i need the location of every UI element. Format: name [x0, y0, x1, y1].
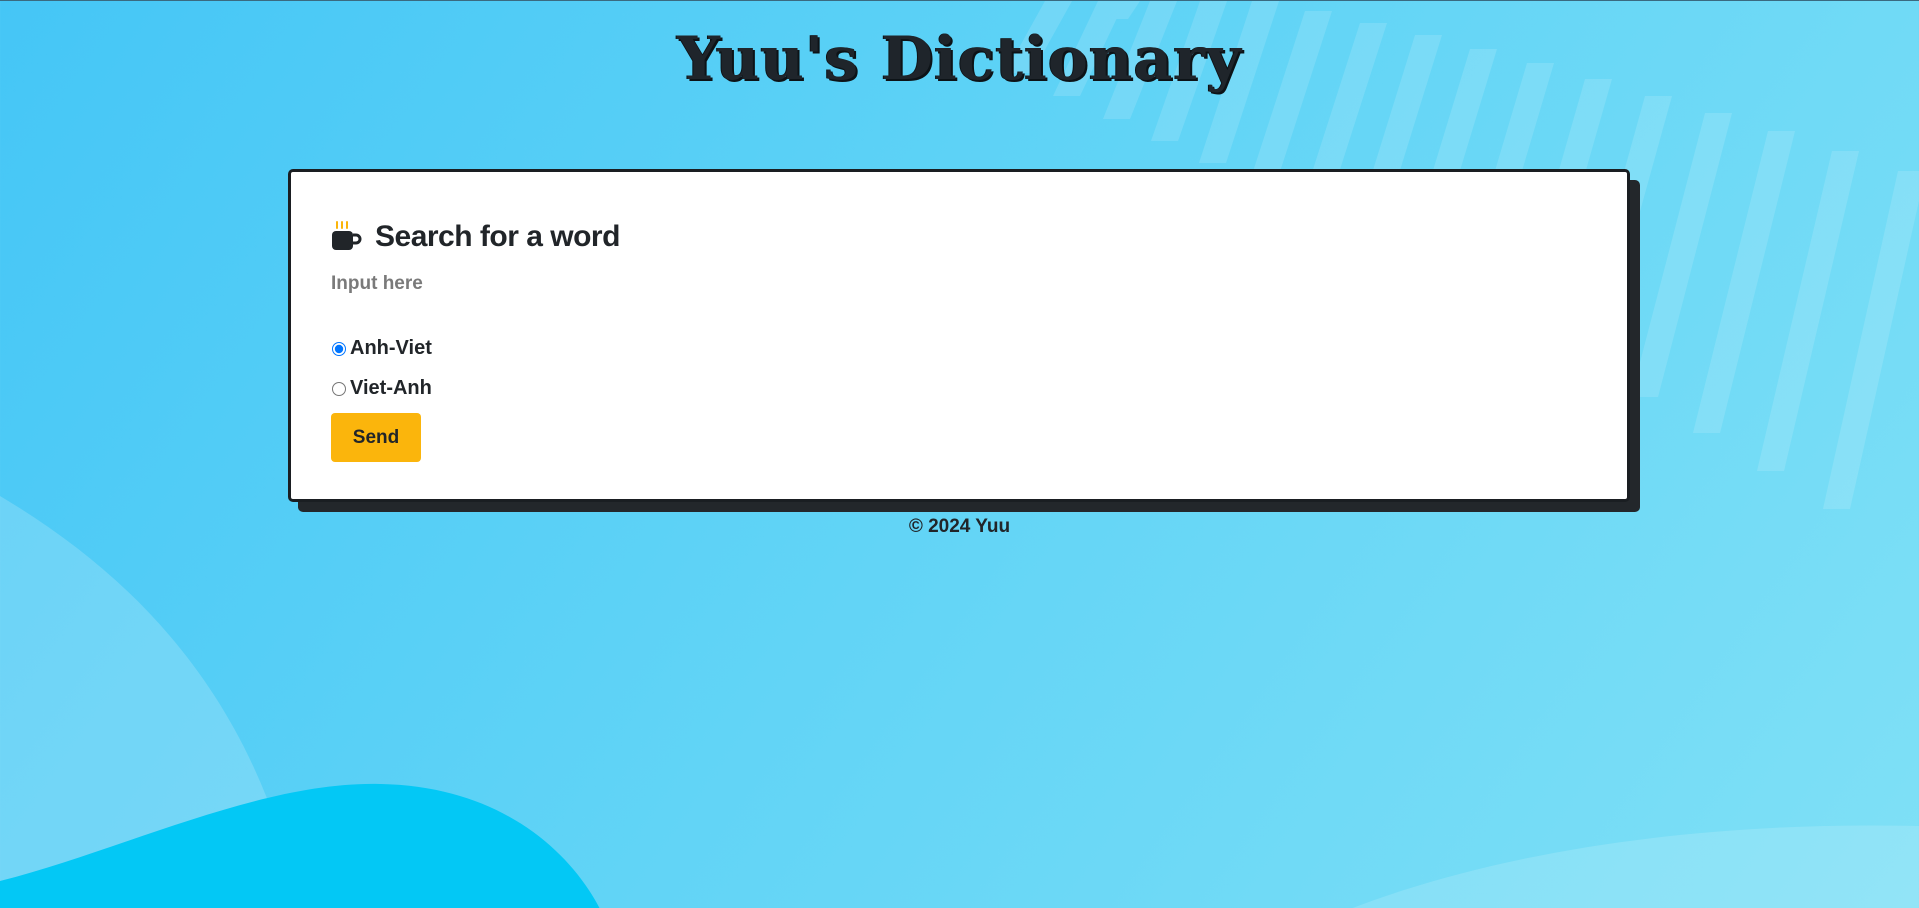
search-card: Search for a word Anh-Viet Viet-Anh Send	[288, 169, 1630, 502]
site-title: Yuu's Dictionary	[677, 24, 1242, 94]
anh-viet-radio[interactable]	[332, 341, 346, 356]
option-anh-viet[interactable]: Anh-Viet	[331, 337, 432, 360]
word-search-input[interactable]	[331, 269, 931, 299]
anh-viet-label: Anh-Viet	[350, 337, 432, 359]
footer-copyright: © 2024 Yuu	[908, 516, 1011, 537]
coffee-mug-icon	[332, 221, 362, 250]
viet-anh-label: Viet-Anh	[350, 377, 432, 399]
option-viet-anh[interactable]: Viet-Anh	[331, 377, 432, 400]
card-header: Search for a word	[331, 220, 620, 254]
viet-anh-radio[interactable]	[332, 381, 346, 396]
send-button[interactable]: Send	[331, 413, 421, 462]
card-title: Search for a word	[375, 220, 620, 253]
